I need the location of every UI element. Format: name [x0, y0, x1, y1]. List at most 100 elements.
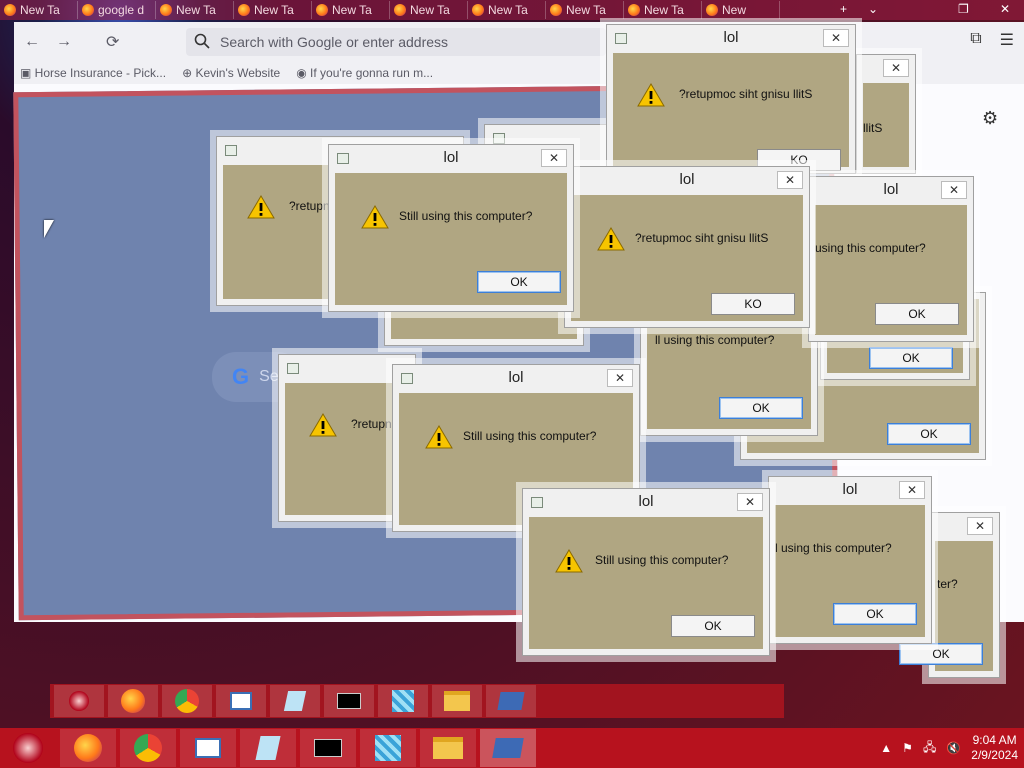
close-icon[interactable]: ✕ [737, 493, 763, 511]
firefox-tab-icon [394, 4, 406, 16]
warning-icon [637, 83, 665, 107]
taskbar-cmd[interactable] [300, 729, 356, 767]
close-window-icon[interactable]: ✕ [1000, 2, 1010, 16]
file-manager-icon [195, 738, 221, 758]
taskbar-powershell[interactable] [480, 729, 536, 767]
dialog-title-bar[interactable]: lol ✕ [809, 177, 973, 205]
close-icon[interactable]: ✕ [607, 369, 633, 387]
firefox-icon[interactable] [108, 685, 158, 717]
taskbar-chrome[interactable] [120, 729, 176, 767]
ko-button[interactable]: KO [711, 293, 795, 315]
dialog: lol ✕ Still using this computer? OK [522, 488, 770, 656]
tab-6[interactable]: New Ta [390, 1, 468, 19]
dialog-title-bar[interactable]: lol ✕ [769, 477, 931, 505]
forward-icon[interactable]: → [56, 33, 72, 51]
tab-5[interactable]: New Ta [312, 1, 390, 19]
powershell-icon[interactable] [486, 685, 536, 717]
tab-3[interactable]: New Ta [156, 1, 234, 19]
registry-icon [375, 735, 401, 761]
close-icon[interactable]: ✕ [967, 517, 993, 535]
ok-button[interactable]: OK [833, 603, 917, 625]
ok-button[interactable]: OK [719, 397, 803, 419]
taskbar-registry[interactable] [360, 729, 416, 767]
close-icon[interactable]: ✕ [883, 59, 909, 77]
bookmark-label: If you're gonna run m... [310, 66, 434, 80]
firefox-tab-icon [550, 4, 562, 16]
notepad-icon [255, 736, 281, 760]
dialog-title-bar[interactable]: lol ✕ [607, 25, 855, 53]
start-orb-icon[interactable] [54, 685, 104, 717]
network-icon[interactable]: 🖧 [923, 738, 936, 759]
dialog-title-bar[interactable]: ✕ [857, 55, 915, 83]
ok-button[interactable]: OK [887, 423, 971, 445]
dialog-title-bar[interactable]: lol ✕ [523, 489, 769, 517]
dialog: lol ✕ using this computer? OK [808, 176, 974, 342]
url-bar[interactable]: Search with Google or enter address [186, 28, 606, 56]
file-manager-icon[interactable] [216, 685, 266, 717]
start-button[interactable] [0, 729, 56, 767]
cmd-icon[interactable] [324, 685, 374, 717]
dialog-message: ?retupn [289, 199, 330, 213]
tab-9[interactable]: New Ta [624, 1, 702, 19]
taskbar-firefox[interactable] [60, 729, 116, 767]
dialog-title-bar[interactable]: lol ✕ [393, 365, 639, 393]
ok-button[interactable]: OK [875, 303, 959, 325]
search-icon [194, 33, 210, 52]
ok-button[interactable]: OK [671, 615, 755, 637]
close-icon[interactable]: ✕ [541, 149, 567, 167]
taskbar-folder[interactable] [420, 729, 476, 767]
menu-icon[interactable]: ☰ [1000, 30, 1014, 50]
tab-7[interactable]: New Ta [468, 1, 546, 19]
new-tab-icon[interactable]: + [840, 2, 847, 16]
tray-chevron-icon[interactable]: ▲ [880, 741, 892, 755]
taskbar: ▲ ⚑ 🖧 🔇 9:04 AM 2/9/2024 [0, 728, 1024, 768]
dialog-title-bar[interactable]: lol ✕ [329, 145, 573, 173]
tab-10[interactable]: New [702, 1, 780, 19]
close-icon[interactable]: ✕ [899, 481, 925, 499]
tab-1[interactable]: New Ta [0, 1, 78, 19]
dialog-title: lol [443, 149, 459, 166]
registry-icon[interactable] [378, 685, 428, 717]
clock[interactable]: 9:04 AM 2/9/2024 [971, 733, 1018, 763]
tab-4[interactable]: New Ta [234, 1, 312, 19]
dialog-message: Still using this computer? [463, 429, 597, 443]
tab-8[interactable]: New Ta [546, 1, 624, 19]
bookmark-1[interactable]: ▣ Horse Insurance - Pick... [20, 66, 166, 80]
clock-time: 9:04 AM [972, 733, 1017, 747]
settings-gear-icon[interactable]: ⚙ [982, 108, 998, 129]
back-icon[interactable]: ← [24, 33, 40, 51]
tab-2[interactable]: google d [78, 1, 156, 19]
dialog-message: Still using this computer? [399, 209, 533, 223]
folder-icon[interactable] [432, 685, 482, 717]
taskbar-notepad[interactable] [240, 729, 296, 767]
ok-button[interactable]: OK [477, 271, 561, 293]
bookmark-label: Kevin's Website [195, 66, 281, 80]
firefox-tab-icon [472, 4, 484, 16]
dialog-title-bar[interactable]: lol ✕ [565, 167, 809, 195]
google-search-stub: Se [259, 368, 279, 385]
action-center-flag-icon[interactable]: ⚑ [902, 741, 913, 755]
dialog-title: lol [679, 171, 695, 188]
dialog: ✕ llitS [856, 54, 916, 174]
volume-muted-icon[interactable]: 🔇 [946, 741, 961, 755]
ghost-taskbar [50, 684, 784, 718]
tab-label: New Ta [20, 3, 60, 17]
reload-icon[interactable]: ⟳ [106, 32, 119, 52]
close-icon[interactable]: ✕ [823, 29, 849, 47]
ok-button[interactable]: OK [899, 643, 983, 665]
tab-list-chevron-icon[interactable]: ⌄ [868, 2, 878, 16]
bookmark-3[interactable]: ◉ If you're gonna run m... [296, 66, 433, 80]
warning-icon [309, 413, 337, 437]
extensions-icon[interactable]: ⧉ [970, 30, 981, 50]
bookmark-2[interactable]: ⊕ Kevin's Website [182, 66, 280, 80]
warning-icon [555, 549, 583, 573]
restore-window-icon[interactable]: ❐ [958, 2, 969, 16]
close-icon[interactable]: ✕ [777, 171, 803, 189]
dialog-title-bar[interactable]: ✕ [929, 513, 999, 541]
chrome-icon[interactable] [162, 685, 212, 717]
close-icon[interactable]: ✕ [941, 181, 967, 199]
ok-button[interactable]: OK [869, 347, 953, 369]
notepad-icon[interactable] [270, 685, 320, 717]
taskbar-file-manager[interactable] [180, 729, 236, 767]
folder-icon [433, 737, 463, 759]
